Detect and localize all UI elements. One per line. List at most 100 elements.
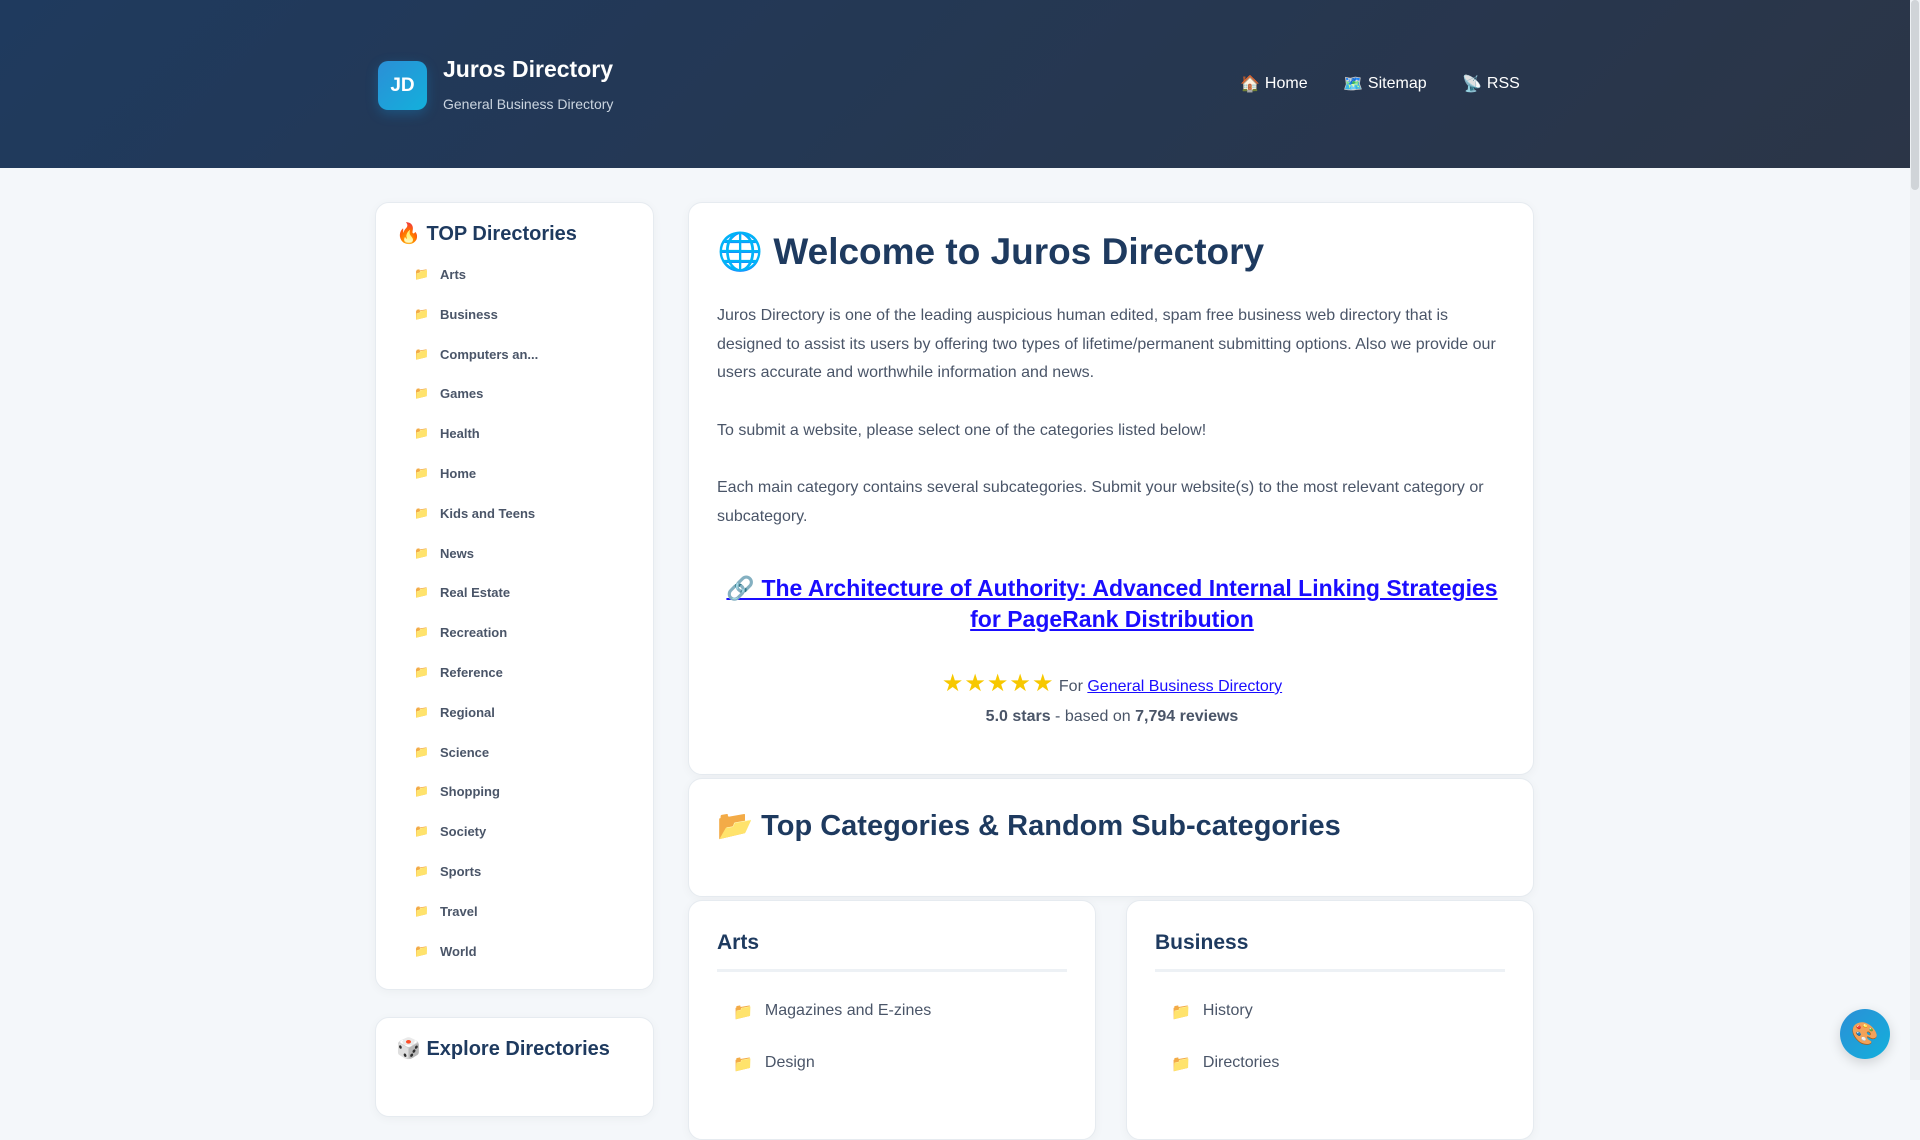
sidebar-item[interactable]: 📁 Recreation [414, 625, 538, 665]
folder-icon: 📁 [414, 386, 429, 401]
explore-directories-card: 🎲 Explore Directories [375, 1017, 654, 1117]
sidebar-item[interactable]: 📁 Health [414, 426, 538, 466]
rating-summary: 5.0 stars - based on 7,794 reviews [689, 708, 1535, 726]
sidebar-item-label: Business [440, 306, 498, 322]
page-title: 🌐 Welcome to Juros Directory [717, 231, 1264, 274]
sidebar-item-label: Health [440, 426, 480, 442]
folder-icon: 📁 [414, 545, 429, 560]
site-subtitle: General Business Directory [443, 96, 614, 112]
top-directories-heading: TOP Directories [426, 223, 577, 245]
theme-toggle-button[interactable]: 🎨 [1840, 1009, 1890, 1059]
categories-title-text: Top Categories & Random Sub-categories [761, 810, 1341, 842]
folder-icon: 📁 [414, 664, 429, 679]
sidebar-item-label: Reference [440, 664, 503, 680]
featured-article-link[interactable]: 🔗 The Architecture of Authority: Advance… [726, 575, 1497, 632]
intro-paragraph: Juros Directory is one of the leading au… [717, 307, 1496, 381]
sidebar-item[interactable]: 📁 World [414, 944, 538, 984]
folder-icon: 📁 [414, 943, 429, 958]
sidebar-item[interactable]: 📁 Sports [414, 864, 538, 904]
welcome-card: 🌐 Welcome to Juros Directory Juros Direc… [688, 202, 1534, 775]
category-card-business: Business 📁 History 📁 Directories [1126, 900, 1534, 1140]
home-icon: 🏠 [1240, 76, 1260, 93]
subcategory-label: Magazines and E-zines [764, 1002, 932, 1019]
nav-rss[interactable]: 📡 RSS [1462, 74, 1520, 94]
rating-mid: - based on [1050, 708, 1136, 725]
page-title-text: Welcome to Juros Directory [773, 231, 1265, 272]
top-directories-title: 🔥 TOP Directories [396, 221, 577, 246]
sidebar-item-label: Travel [440, 903, 478, 919]
palette-icon: 🎨 [1851, 1021, 1879, 1046]
sidebar-item[interactable]: 📁 Arts [414, 267, 538, 307]
folder-icon: 📁 [733, 1004, 753, 1021]
sidebar-item-label: Home [440, 465, 477, 481]
categories-header-card: 📂 Top Categories & Random Sub-categories [688, 778, 1534, 897]
scrollbar-thumb[interactable] [1911, 0, 1919, 190]
folder-icon: 📁 [414, 784, 429, 799]
folder-icon: 📁 [414, 306, 429, 321]
top-directories-list: 📁 Arts 📁 Business 📁 Computers an... 📁 Games 📁 Hea… [414, 267, 538, 983]
category-paragraph: Each main category contains several subc… [717, 479, 1484, 525]
sidebar-item[interactable]: 📁 Travel [414, 904, 538, 944]
folder-icon: 📁 [414, 267, 429, 281]
satellite-icon: 📡 [1462, 76, 1482, 93]
subcategory-link[interactable]: 📁 Magazines and E-zines [733, 1002, 931, 1022]
sidebar-item[interactable]: 📁 Kids and Teens [414, 506, 538, 546]
sidebar-item[interactable]: 📁 Computers an... [414, 347, 538, 387]
sidebar-item-label: Arts [440, 267, 467, 282]
nav-sitemap[interactable]: 🗺️ Sitemap [1343, 74, 1427, 94]
subcategory-link[interactable]: 📁 Directories [1171, 1054, 1279, 1074]
sidebar-item-label: Regional [440, 704, 495, 720]
fire-icon: 🔥 [396, 223, 421, 245]
general-business-directory-link[interactable]: General Business Directory [1087, 678, 1282, 695]
folder-icon: 📁 [414, 426, 429, 441]
sidebar-item[interactable]: 📁 Games [414, 386, 538, 426]
scrollbar[interactable] [1910, 0, 1920, 1080]
sidebar-item-label: Real Estate [440, 585, 511, 601]
sidebar-item[interactable]: 📁 Home [414, 466, 538, 506]
subcategory-label: History [1202, 1002, 1253, 1019]
sidebar-item[interactable]: 📁 Business [414, 307, 538, 347]
for-label: For [1058, 678, 1083, 695]
subcategory-link[interactable]: 📁 Design [733, 1054, 815, 1074]
sidebar-item-label: Kids and Teens [440, 505, 536, 521]
category-title[interactable]: Business [1155, 931, 1248, 955]
folder-icon: 📁 [414, 704, 429, 719]
sidebar-item-label: News [440, 545, 474, 561]
sidebar-item[interactable]: 📁 Reference [414, 665, 538, 705]
sidebar-item-label: Shopping [440, 784, 500, 800]
map-icon: 🗺️ [1343, 76, 1363, 93]
site-logo[interactable]: JD [378, 61, 427, 110]
sidebar-item[interactable]: 📁 Real Estate [414, 585, 538, 625]
site-header: JD Juros Directory General Business Dire… [0, 0, 1910, 168]
nav-sitemap-label: Sitemap [1367, 75, 1427, 92]
categories-title: 📂 Top Categories & Random Sub-categories [717, 809, 1341, 843]
sidebar-item[interactable]: 📁 Shopping [414, 784, 538, 824]
rating-row: ★★★★★ For General Business Directory [689, 669, 1535, 698]
divider [1155, 969, 1505, 972]
sidebar-item-label: Games [440, 386, 484, 402]
sidebar-item-label: Recreation [440, 625, 508, 641]
folder-icon: 📁 [414, 465, 429, 480]
divider [717, 969, 1067, 972]
sidebar-item-label: Society [440, 824, 487, 840]
category-title[interactable]: Arts [717, 931, 759, 955]
sidebar-item[interactable]: 📁 Science [414, 745, 538, 785]
sidebar-item-label: Sports [440, 863, 482, 879]
sidebar-item-label: World [440, 943, 477, 959]
site-title[interactable]: Juros Directory [443, 56, 613, 83]
nav-home-label: Home [1264, 75, 1308, 92]
folder-icon: 📁 [414, 903, 429, 918]
sidebar-item[interactable]: 📁 News [414, 546, 538, 586]
sidebar-item-label: Science [440, 744, 490, 760]
rating-value: 5.0 stars [985, 708, 1051, 725]
nav-rss-label: RSS [1486, 75, 1520, 92]
review-count: 7,794 reviews [1135, 708, 1239, 725]
explore-heading: Explore Directories [426, 1038, 610, 1060]
nav-home[interactable]: 🏠 Home [1240, 74, 1308, 94]
subcategory-link[interactable]: 📁 History [1171, 1002, 1253, 1022]
folder-icon: 📁 [1171, 1056, 1191, 1073]
subcategory-label: Design [764, 1054, 815, 1071]
sidebar-item[interactable]: 📁 Regional [414, 705, 538, 745]
sidebar-item[interactable]: 📁 Society [414, 824, 538, 864]
folder-icon: 📁 [733, 1056, 753, 1073]
